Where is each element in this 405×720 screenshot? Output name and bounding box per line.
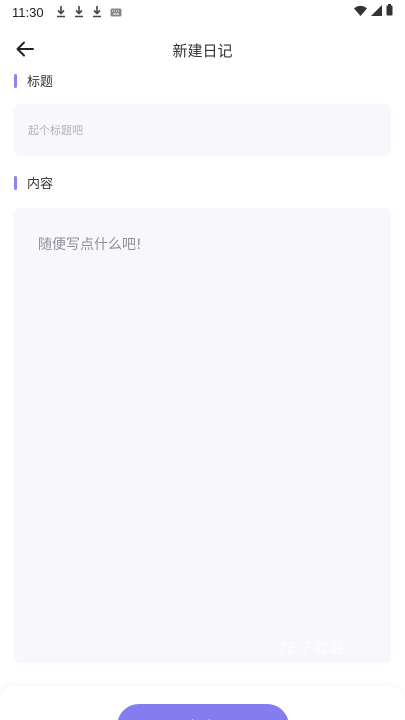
wifi-icon: [354, 5, 367, 20]
page-title: 新建日记: [172, 42, 233, 60]
status-time: 11:30: [12, 4, 44, 20]
back-button[interactable]: [12, 38, 38, 64]
app-header: 新建日记: [0, 34, 405, 66]
system-icons: [354, 4, 393, 20]
title-input[interactable]: [14, 104, 391, 156]
notification-icons: [56, 6, 122, 18]
title-label-text: 标题: [27, 75, 54, 90]
download-icon: [74, 6, 84, 18]
label-accent-bar: [14, 73, 17, 88]
title-section-label: 标题: [14, 71, 53, 90]
battery-icon: [386, 4, 393, 20]
content-textarea[interactable]: [14, 208, 391, 663]
new-diary-screen: 11:30 新建日记 标题 起个标题吧 内容 随便写点什么吧! 7E下载站: [0, 0, 405, 720]
save-button[interactable]: 保存: [117, 704, 289, 720]
download-icon: [56, 6, 66, 18]
status-bar: 11:30: [0, 0, 405, 24]
keyboard-icon: [110, 8, 122, 17]
back-arrow-icon: [16, 41, 34, 61]
content-section-label: 内容: [14, 173, 53, 192]
signal-icon: [371, 4, 382, 20]
download-icon: [92, 6, 102, 18]
content-label-text: 内容: [27, 177, 54, 192]
label-accent-bar: [14, 175, 17, 190]
watermark: 7E下载站: [278, 641, 343, 657]
